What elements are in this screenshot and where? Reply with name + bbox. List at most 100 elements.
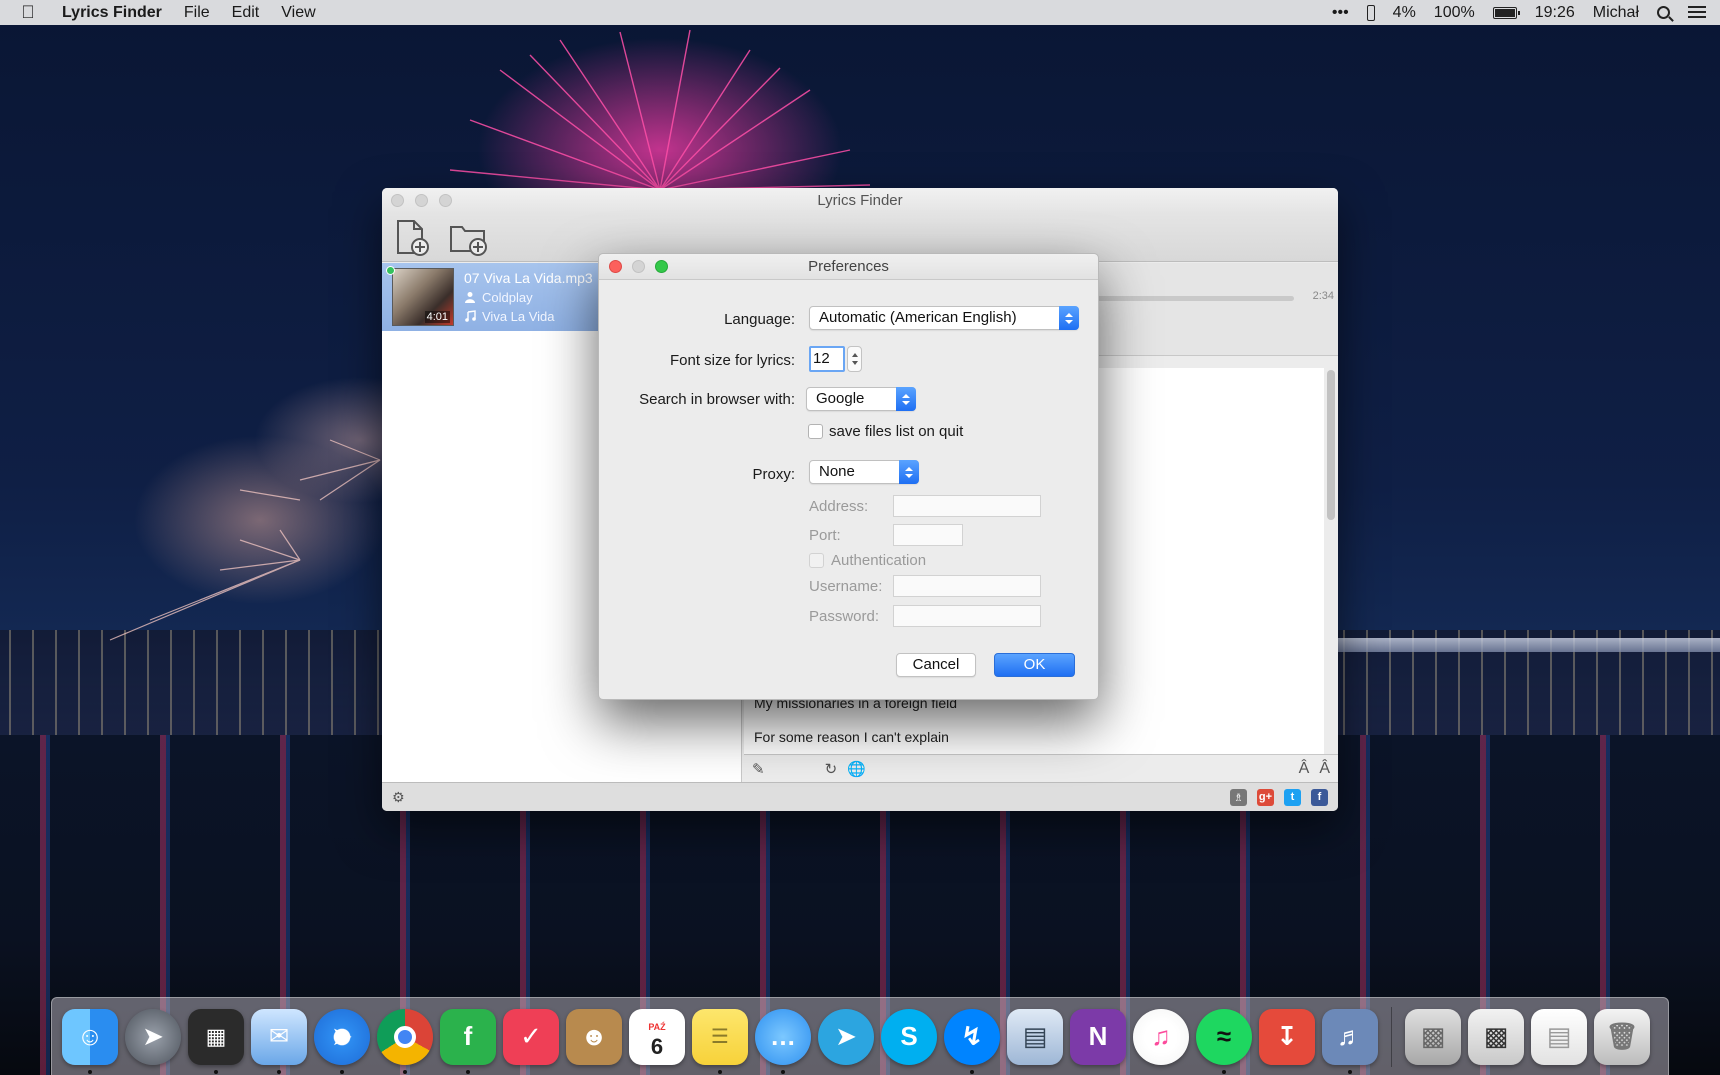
share-icon[interactable]: ♗	[1230, 788, 1247, 806]
popup-arrows-icon	[1059, 306, 1079, 330]
mission-control-icon[interactable]: ▦	[188, 1008, 244, 1074]
port-label: Port:	[809, 527, 841, 544]
downloads-stack-icon[interactable]: ▩	[1405, 1008, 1461, 1065]
calendar-day: 6	[650, 1033, 664, 1059]
launchpad-icon[interactable]: ➤	[125, 1008, 181, 1065]
facebook-icon[interactable]: f	[1311, 788, 1328, 806]
files-stack-icon[interactable]: ▤	[1531, 1008, 1587, 1065]
add-folder-button[interactable]	[448, 218, 488, 258]
status-indicator	[386, 266, 395, 275]
popup-arrows-icon	[899, 460, 919, 484]
window-close-button[interactable]	[391, 194, 404, 207]
window-zoom-button[interactable]	[439, 194, 452, 207]
spotlight-search-icon[interactable]	[1657, 6, 1670, 19]
proxy-select[interactable]: None	[809, 460, 919, 484]
google-plus-icon[interactable]: g+	[1257, 788, 1274, 806]
password-field	[893, 605, 1041, 627]
battery-icon[interactable]	[1492, 6, 1520, 19]
popup-arrows-icon	[896, 387, 916, 411]
notification-center-icon[interactable]	[1688, 5, 1706, 20]
port-field	[893, 524, 963, 546]
user-name[interactable]: Michał	[1593, 4, 1639, 22]
apple-menu-icon[interactable]: 	[14, 2, 42, 23]
device-battery-icon[interactable]	[1366, 4, 1375, 21]
artist-icon	[465, 292, 475, 303]
username-field	[893, 575, 1041, 597]
password-label: Password:	[809, 608, 880, 625]
track-album: Viva La Vida	[482, 308, 555, 324]
window-titlebar[interactable]: Lyrics Finder	[382, 188, 1338, 214]
preferences-zoom-button[interactable]	[655, 260, 668, 273]
menu-edit[interactable]: Edit	[232, 4, 260, 22]
settings-gear-icon[interactable]: ⚙	[392, 789, 405, 806]
clock[interactable]: 19:26	[1535, 4, 1575, 22]
contacts-icon[interactable]: ☻	[566, 1008, 622, 1065]
mail-icon[interactable]: ✉	[251, 1008, 307, 1074]
device-battery-percent: 4%	[1392, 3, 1416, 21]
preferences-title: Preferences	[808, 258, 889, 275]
music-note-icon	[465, 310, 476, 322]
font-size-field[interactable]: 12	[809, 346, 845, 372]
username-label: Username:	[809, 578, 883, 595]
chrome-icon[interactable]	[377, 1008, 433, 1074]
window-minimize-button[interactable]	[415, 194, 428, 207]
twitter-icon[interactable]: t	[1284, 788, 1301, 806]
ok-button[interactable]: OK	[994, 653, 1075, 677]
lyrics-scrollbar[interactable]	[1327, 370, 1335, 520]
onenote-icon[interactable]: N	[1070, 1008, 1126, 1065]
cancel-button[interactable]: Cancel	[896, 653, 976, 677]
trash-icon[interactable]: 🗑	[1594, 1008, 1650, 1065]
messenger-icon[interactable]: ↯	[944, 1008, 1000, 1074]
address-field	[893, 495, 1041, 517]
more-status-icon[interactable]: •••	[1332, 4, 1349, 22]
menu-view[interactable]: View	[281, 4, 315, 22]
edit-lyrics-icon[interactable]: ✎	[752, 760, 765, 778]
album-cover: 4:01	[392, 268, 454, 326]
preferences-dialog: Preferences Language: Automatic (America…	[598, 253, 1099, 700]
track-duration: 4:01	[424, 311, 450, 323]
elapsed-time: 2:34	[1312, 290, 1334, 302]
menu-app-name[interactable]: Lyrics Finder	[62, 4, 162, 22]
safari-icon[interactable]: ➤	[314, 1008, 370, 1074]
itunes-icon[interactable]: ♫	[1133, 1008, 1189, 1065]
telegram-icon[interactable]: ➤	[818, 1008, 874, 1065]
proxy-label: Proxy:	[752, 466, 795, 483]
window-title: Lyrics Finder	[817, 192, 903, 209]
add-file-icon	[397, 219, 429, 256]
font-size-label: Font size for lyrics:	[669, 352, 795, 369]
preferences-titlebar[interactable]: Preferences	[599, 254, 1098, 280]
preview-icon[interactable]: ▤	[1007, 1008, 1063, 1065]
finder-icon[interactable]: ☺	[62, 1008, 118, 1074]
refresh-icon[interactable]: ↻	[825, 760, 838, 778]
search-engine-select[interactable]: Google	[806, 387, 916, 411]
battery-percent[interactable]: 100%	[1434, 4, 1475, 22]
authentication-label: Authentication	[831, 552, 927, 569]
add-file-button[interactable]	[392, 218, 432, 258]
messages-icon[interactable]: …	[755, 1008, 811, 1074]
track-filename: 07 Viva La Vida.mp3	[464, 269, 593, 286]
transmit-icon[interactable]: ↧	[1259, 1008, 1315, 1065]
authentication-checkbox	[809, 553, 824, 568]
notes-icon[interactable]: ☰	[692, 1008, 748, 1074]
pocket-icon[interactable]: ✓	[503, 1008, 559, 1065]
increase-font-icon[interactable]: Â	[1319, 760, 1330, 778]
track-artist: Coldplay	[482, 289, 533, 305]
lyrics-finder-icon[interactable]: ♬	[1322, 1008, 1378, 1074]
lyrics-toolbar: ✎ ↻ 🌐 Â Â	[744, 754, 1338, 782]
documents-stack-icon[interactable]: ▩	[1468, 1008, 1524, 1065]
language-value: Automatic (American English)	[819, 309, 1017, 326]
decrease-font-icon[interactable]: Â	[1299, 760, 1310, 778]
save-files-checkbox[interactable]	[808, 424, 823, 439]
calendar-icon[interactable]: PAŹ 6	[629, 1008, 685, 1065]
web-search-icon[interactable]: 🌐	[847, 760, 866, 778]
dock-separator	[1391, 1006, 1392, 1067]
feedly-icon[interactable]: f	[440, 1008, 496, 1074]
font-size-stepper[interactable]	[847, 346, 862, 372]
proxy-value: None	[819, 463, 855, 480]
spotify-icon[interactable]: ≈	[1196, 1008, 1252, 1074]
preferences-close-button[interactable]	[609, 260, 622, 273]
menu-file[interactable]: File	[184, 4, 210, 22]
skype-icon[interactable]: S	[881, 1008, 937, 1065]
language-select[interactable]: Automatic (American English)	[809, 306, 1079, 330]
menu-bar:  Lyrics Finder File Edit View ••• 4% 10…	[0, 0, 1720, 25]
